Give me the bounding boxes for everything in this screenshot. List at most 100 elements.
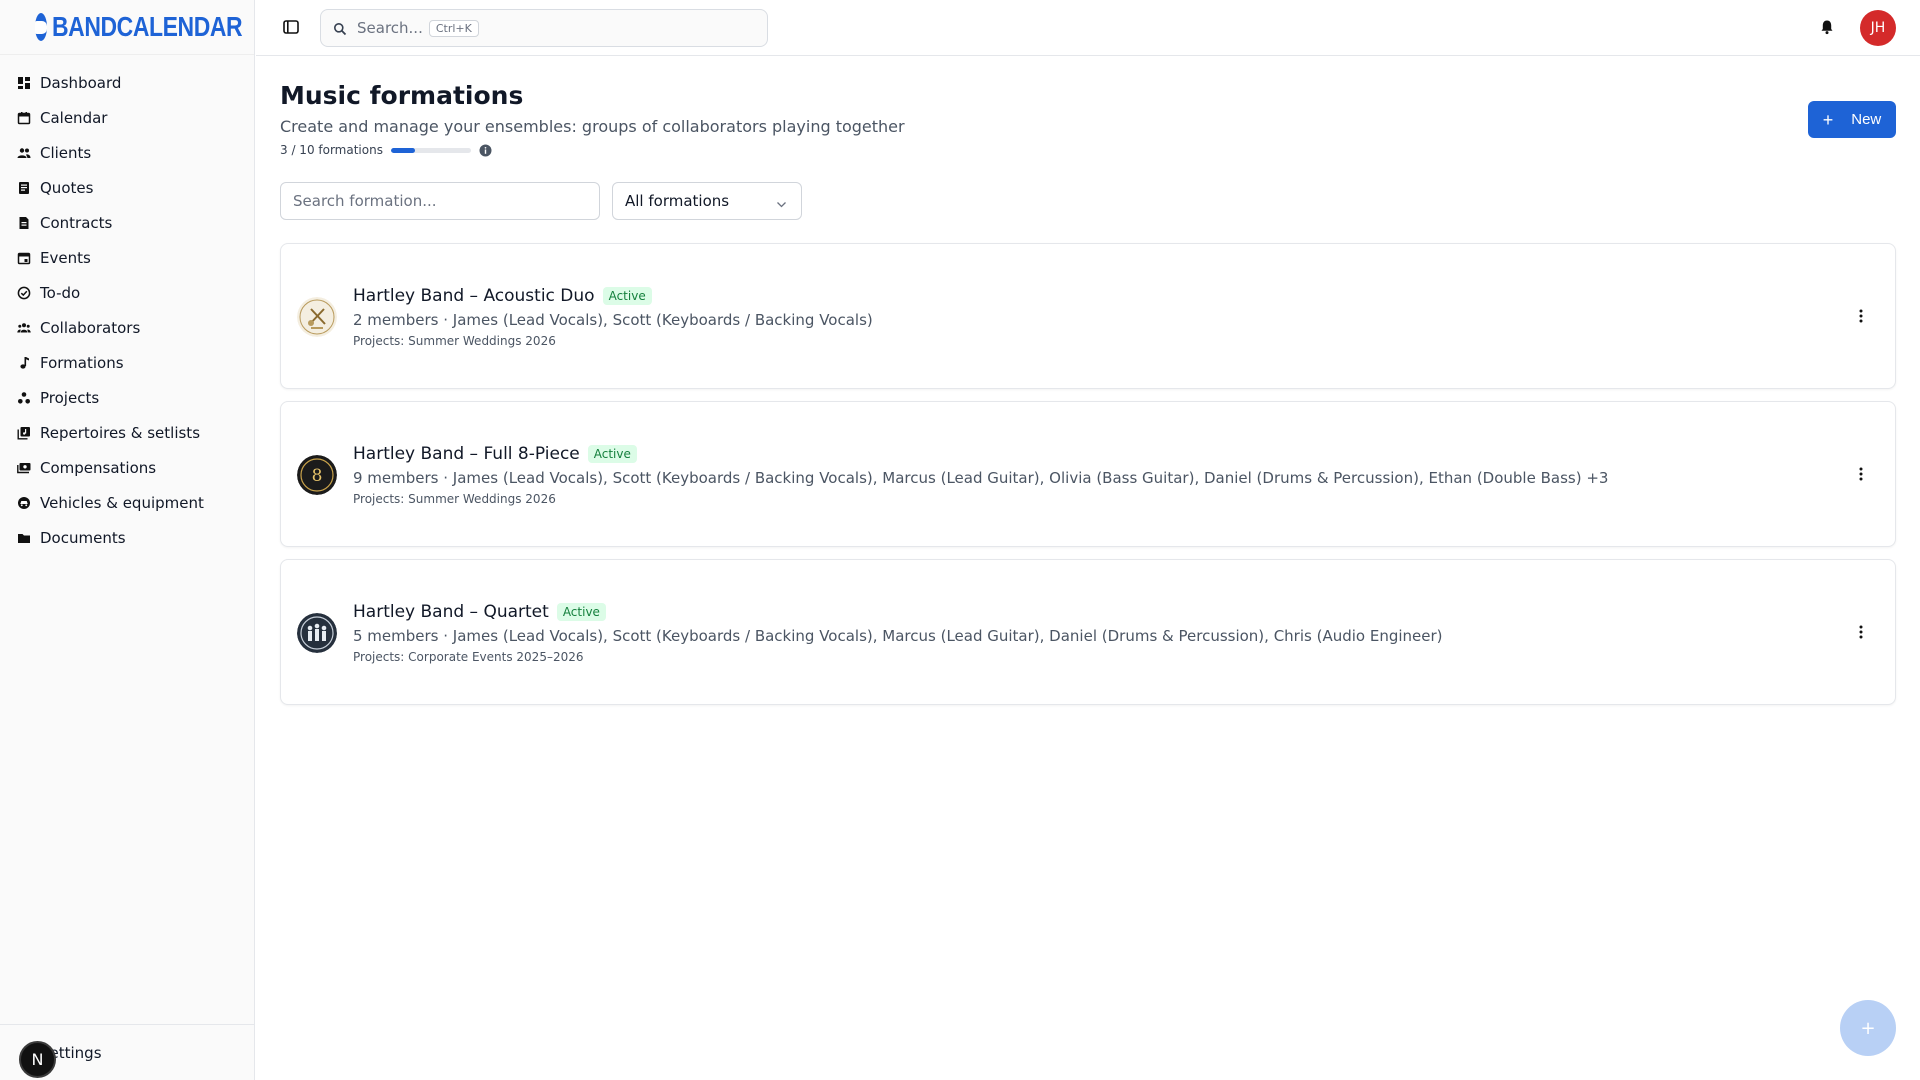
formation-card-body: Hartley Band – Acoustic Duo Active 2 mem… xyxy=(353,286,873,348)
contracts-icon xyxy=(17,216,31,230)
sidebar-item-label: Quotes xyxy=(40,178,94,197)
plus-icon: + xyxy=(1822,109,1834,130)
vehicles-icon xyxy=(17,496,31,510)
notifications-bell-icon[interactable] xyxy=(1818,18,1836,36)
todo-icon xyxy=(17,286,31,300)
formation-quartet-logo-icon xyxy=(297,613,337,653)
sidebar-item-compensations[interactable]: Compensations xyxy=(0,450,254,485)
folder-icon xyxy=(17,531,31,545)
filter-value: All formations xyxy=(625,192,730,210)
formation-card[interactable]: Hartley Band – Acoustic Duo Active 2 mem… xyxy=(280,243,1896,389)
formation-search-input[interactable] xyxy=(280,182,600,220)
sidebar-item-label: Projects xyxy=(40,388,100,407)
music-note-icon xyxy=(17,356,31,370)
sidebar-item-quotes[interactable]: Quotes xyxy=(0,170,254,205)
floating-add-button[interactable]: + xyxy=(1840,1000,1896,1056)
formation-name[interactable]: Hartley Band – Full 8-Piece xyxy=(353,444,580,464)
sidebar-item-events[interactable]: Events xyxy=(0,240,254,275)
sidebar-item-calendar[interactable]: Calendar xyxy=(0,100,254,135)
sidebar-item-clients[interactable]: Clients xyxy=(0,135,254,170)
sidebar-item-vehicles[interactable]: Vehicles & equipment xyxy=(0,485,254,520)
sidebar-nav: Dashboard Calendar Clients Quotes Contra… xyxy=(0,55,254,555)
sidebar-toggle-icon[interactable] xyxy=(282,18,300,36)
sidebar-item-repertoires[interactable]: Repertoires & setlists xyxy=(0,415,254,450)
brand-name: BANDCALENDAR xyxy=(52,11,243,42)
brand-logo-icon xyxy=(35,13,47,41)
sidebar-item-label: Collaborators xyxy=(40,318,141,337)
sidebar-item-label: Events xyxy=(40,248,91,267)
formation-name[interactable]: Hartley Band – Quartet xyxy=(353,602,549,622)
plus-icon: + xyxy=(1860,1017,1876,1039)
events-icon xyxy=(17,251,31,265)
formation-projects: Projects: Summer Weddings 2026 xyxy=(353,334,556,348)
formation-filter-select[interactable]: All formations xyxy=(612,182,802,220)
brand[interactable]: BANDCALENDAR xyxy=(0,0,254,55)
sidebar-item-label: To-do xyxy=(40,283,81,302)
chevron-down-icon xyxy=(776,196,787,208)
user-avatar[interactable]: JH xyxy=(1860,10,1896,46)
clients-icon xyxy=(17,146,31,160)
formation-acoustic-duo-logo-icon xyxy=(297,297,337,337)
info-icon[interactable] xyxy=(479,144,492,157)
sidebar-item-contracts[interactable]: Contracts xyxy=(0,205,254,240)
more-options-icon[interactable] xyxy=(1853,624,1869,640)
projects-icon xyxy=(17,391,31,405)
sidebar-item-todo[interactable]: To-do xyxy=(0,275,254,310)
formation-members: 9 members · James (Lead Vocals), Scott (… xyxy=(353,469,1609,487)
sidebar: BANDCALENDAR Dashboard Calendar Clients … xyxy=(0,0,255,1080)
formation-card[interactable]: Hartley Band – Quartet Active 5 members … xyxy=(280,559,1896,705)
sidebar-item-dashboard[interactable]: Dashboard xyxy=(0,65,254,100)
svg-text:8: 8 xyxy=(312,466,323,486)
sidebar-item-label: Compensations xyxy=(40,458,157,477)
formation-title-row: Hartley Band – Full 8-Piece Active xyxy=(353,444,1608,464)
status-badge: Active xyxy=(587,445,637,463)
quota-progress-fill xyxy=(390,147,415,153)
sidebar-item-label: Vehicles & equipment xyxy=(40,493,204,512)
formation-card-body: Hartley Band – Full 8-Piece Active 9 mem… xyxy=(353,444,1608,506)
formation-projects: Projects: Corporate Events 2025–2026 xyxy=(353,650,584,664)
search-placeholder: Search... xyxy=(357,19,423,37)
quotes-icon xyxy=(17,181,31,195)
status-badge: Active xyxy=(556,603,606,621)
sidebar-item-label: Formations xyxy=(40,353,124,372)
sidebar-item-label: Clients xyxy=(40,143,92,162)
formation-card[interactable]: 8 Hartley Band – Full 8-Piece Active 9 m… xyxy=(280,401,1896,547)
page-title: Music formations xyxy=(280,81,524,110)
quota-progress-bar xyxy=(390,147,471,153)
more-options-icon[interactable] xyxy=(1853,466,1869,482)
formations-list: Hartley Band – Acoustic Duo Active 2 mem… xyxy=(280,243,1896,717)
sidebar-item-label: Documents xyxy=(40,528,126,547)
repertoire-icon xyxy=(17,426,31,440)
formations-quota: 3 / 10 formations xyxy=(280,143,492,157)
filter-row: All formations xyxy=(280,182,802,220)
assistant-launcher-button[interactable]: N xyxy=(19,1041,56,1078)
sidebar-item-formations[interactable]: Formations xyxy=(0,345,254,380)
new-button-label: New xyxy=(1851,111,1882,128)
global-search-input[interactable]: Search... Ctrl+K xyxy=(320,9,768,47)
more-options-icon[interactable] xyxy=(1853,308,1869,324)
new-formation-button[interactable]: + New xyxy=(1808,101,1896,138)
formation-title-row: Hartley Band – Acoustic Duo Active xyxy=(353,286,873,306)
page-subtitle: Create and manage your ensembles: groups… xyxy=(280,117,905,136)
sidebar-item-label: Calendar xyxy=(40,108,108,127)
formation-title-row: Hartley Band – Quartet Active xyxy=(353,602,1443,622)
formation-full-8-piece-logo-icon: 8 xyxy=(297,455,337,495)
sidebar-item-settings[interactable]: Settings N xyxy=(0,1024,255,1080)
search-icon xyxy=(333,21,347,36)
formation-members: 5 members · James (Lead Vocals), Scott (… xyxy=(353,627,1443,645)
sidebar-item-collaborators[interactable]: Collaborators xyxy=(0,310,254,345)
sidebar-item-label: Dashboard xyxy=(40,73,122,92)
topbar: Search... Ctrl+K JH xyxy=(256,0,1920,56)
sidebar-item-projects[interactable]: Projects xyxy=(0,380,254,415)
sidebar-item-documents[interactable]: Documents xyxy=(0,520,254,555)
formation-card-body: Hartley Band – Quartet Active 5 members … xyxy=(353,602,1443,664)
sidebar-item-label: Contracts xyxy=(40,213,113,232)
compensations-icon xyxy=(17,461,31,475)
search-shortcut-hint: Ctrl+K xyxy=(428,19,479,37)
sidebar-item-label: Repertoires & setlists xyxy=(40,423,201,442)
collaborators-icon xyxy=(17,321,31,335)
status-badge: Active xyxy=(602,287,652,305)
formation-members: 2 members · James (Lead Vocals), Scott (… xyxy=(353,311,873,329)
formation-projects: Projects: Summer Weddings 2026 xyxy=(353,492,556,506)
formation-name[interactable]: Hartley Band – Acoustic Duo xyxy=(353,286,595,306)
